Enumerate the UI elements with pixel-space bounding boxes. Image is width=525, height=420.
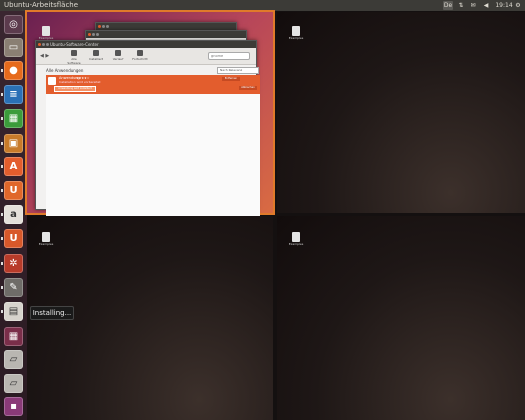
app-description: Installation wird vorbereitet — [59, 80, 101, 84]
launcher-item-libreoffice-impress[interactable]: ▣ — [4, 134, 23, 153]
document-icon — [292, 232, 300, 242]
trash-icon: ▪ — [10, 401, 17, 412]
install-icon: ✎ — [9, 282, 18, 293]
launcher-item-text-editor[interactable]: ▤ — [4, 302, 23, 321]
close-button[interactable] — [38, 43, 41, 46]
launcher-item-workspace-switcher[interactable]: ▦ — [4, 327, 23, 346]
software-center-title: Ubuntu-Software-Center — [50, 42, 99, 47]
calc-icon: ▦ — [8, 113, 19, 124]
cancel-install-button[interactable]: Abbrechen — [239, 86, 257, 90]
running-indicator — [1, 237, 3, 240]
impress-icon: ▣ — [8, 138, 19, 149]
launcher-item-ubuntu-one[interactable]: U — [4, 181, 23, 200]
launcher-item-firefox[interactable]: ● — [4, 61, 23, 80]
launcher-item-dash-home[interactable]: ◎ — [4, 15, 23, 34]
folder-icon: ▭ — [8, 42, 19, 53]
running-indicator — [1, 213, 3, 216]
launcher-tooltip: Installing... — [30, 306, 74, 320]
document-icon — [292, 26, 300, 36]
desktop-examples-icon[interactable]: Examples — [35, 232, 57, 246]
running-indicator — [1, 69, 3, 72]
search-input[interactable]: gnome — [208, 52, 250, 60]
list-item-selected[interactable]: Anwendung ★★★★☆ Installation wird vorber… — [46, 75, 260, 94]
document-icon — [42, 26, 50, 36]
app-list[interactable] — [46, 94, 260, 219]
tab-history[interactable]: Verlauf — [110, 50, 126, 61]
launcher-item-drive-1[interactable]: ▱ — [4, 350, 23, 369]
software-center-icon: A — [9, 161, 18, 172]
launcher-item-software-center[interactable]: A — [4, 157, 23, 176]
launcher-item-installing-app[interactable]: ✎ — [4, 278, 23, 297]
volume-icon[interactable]: ◀ — [481, 1, 491, 10]
text-editor-icon: ▤ — [8, 306, 19, 317]
background-window-1-titlebar[interactable] — [96, 23, 236, 30]
clock[interactable]: 19:14 — [495, 1, 513, 10]
background-window-2-titlebar[interactable] — [86, 31, 246, 38]
ubuntu-logo-icon: ◎ — [9, 19, 18, 30]
workspace-switcher-icon: ▦ — [8, 331, 19, 342]
running-indicator — [1, 93, 3, 96]
writer-icon: ≡ — [9, 89, 18, 100]
window-title: Ubuntu-Arbeitsfläche — [4, 1, 79, 9]
launcher: ◎ ▭ ● ≡ ▦ ▣ A Ua U ✲ ✎ ▤ ▦ ▱ ▱ ▪ — [0, 11, 27, 420]
app-icon — [48, 77, 56, 85]
desktop-icon-label: Examples — [288, 36, 304, 40]
workspace-1[interactable]: Examples Ubuntu-Software-Center ◀ ▶ Alle… — [25, 10, 275, 219]
running-indicator — [1, 117, 3, 120]
running-indicator — [1, 310, 3, 313]
desktop-icon-label: Examples — [38, 242, 54, 246]
running-indicator — [1, 165, 3, 168]
running-indicator — [1, 189, 3, 192]
document-icon — [42, 232, 50, 242]
software-center-toolbar: ◀ ▶ Alle Software Installiert Verlauf Fo… — [36, 48, 256, 65]
launcher-item-system-settings[interactable]: ✲ — [4, 254, 23, 273]
install-status-button[interactable]: Anwendung wird installiert — [54, 86, 96, 92]
gear-icon[interactable]: ⚙ — [513, 1, 523, 10]
keyboard-layout-indicator[interactable]: De — [443, 1, 453, 10]
workspace-4[interactable]: Examples — [277, 216, 525, 420]
back-forward-icon[interactable]: ◀ ▶ — [40, 53, 49, 59]
desktop-icon-label: Examples — [288, 242, 304, 246]
running-indicator — [1, 262, 3, 265]
firefox-icon: ● — [9, 65, 18, 76]
launcher-item-libreoffice-writer[interactable]: ≡ — [4, 85, 23, 104]
launcher-item-trash[interactable]: ▪ — [4, 397, 23, 416]
ubuntu-one-music-icon: U — [9, 233, 18, 244]
desktop-examples-icon[interactable]: Examples — [285, 232, 307, 246]
software-center-window[interactable]: Ubuntu-Software-Center ◀ ▶ Alle Software… — [35, 40, 260, 219]
workspace-2[interactable]: Examples — [277, 12, 525, 213]
top-panel: Ubuntu-Arbeitsfläche De ⇅ ✉ ◀ 19:14 ⚙ — [0, 0, 525, 11]
desktop-examples-icon[interactable]: Examples — [35, 26, 57, 40]
tab-installed[interactable]: Installiert — [88, 50, 104, 61]
maximize-button[interactable] — [46, 43, 49, 46]
desktop-examples-icon[interactable]: Examples — [285, 26, 307, 40]
mail-icon[interactable]: ✉ — [468, 1, 478, 10]
network-icon[interactable]: ⇅ — [456, 1, 466, 10]
running-indicator — [1, 286, 3, 289]
amazon-icon: a — [10, 209, 17, 220]
running-indicator — [1, 142, 3, 145]
launcher-item-ubuntu-one-music[interactable]: U — [4, 229, 23, 248]
settings-icon: ✲ — [9, 258, 18, 269]
page-title: Alle Anwendungen — [46, 68, 84, 73]
software-center-titlebar[interactable]: Ubuntu-Software-Center — [36, 41, 256, 48]
launcher-item-files[interactable]: ▭ — [4, 38, 23, 57]
ubuntu-one-icon: U — [9, 185, 18, 196]
launcher-item-drive-2[interactable]: ▱ — [4, 374, 23, 393]
remove-button[interactable]: Entfernen — [222, 77, 240, 81]
tab-progress[interactable]: Fortschritt — [132, 50, 148, 61]
drive-icon: ▱ — [9, 354, 18, 365]
tab-all-software[interactable]: Alle Software — [66, 50, 82, 65]
sort-dropdown[interactable]: Nach Relevanz — [217, 67, 259, 74]
launcher-item-amazon[interactable]: a — [4, 205, 23, 224]
launcher-item-libreoffice-calc[interactable]: ▦ — [4, 109, 23, 128]
minimize-button[interactable] — [42, 43, 45, 46]
drive-icon: ▱ — [9, 378, 18, 389]
